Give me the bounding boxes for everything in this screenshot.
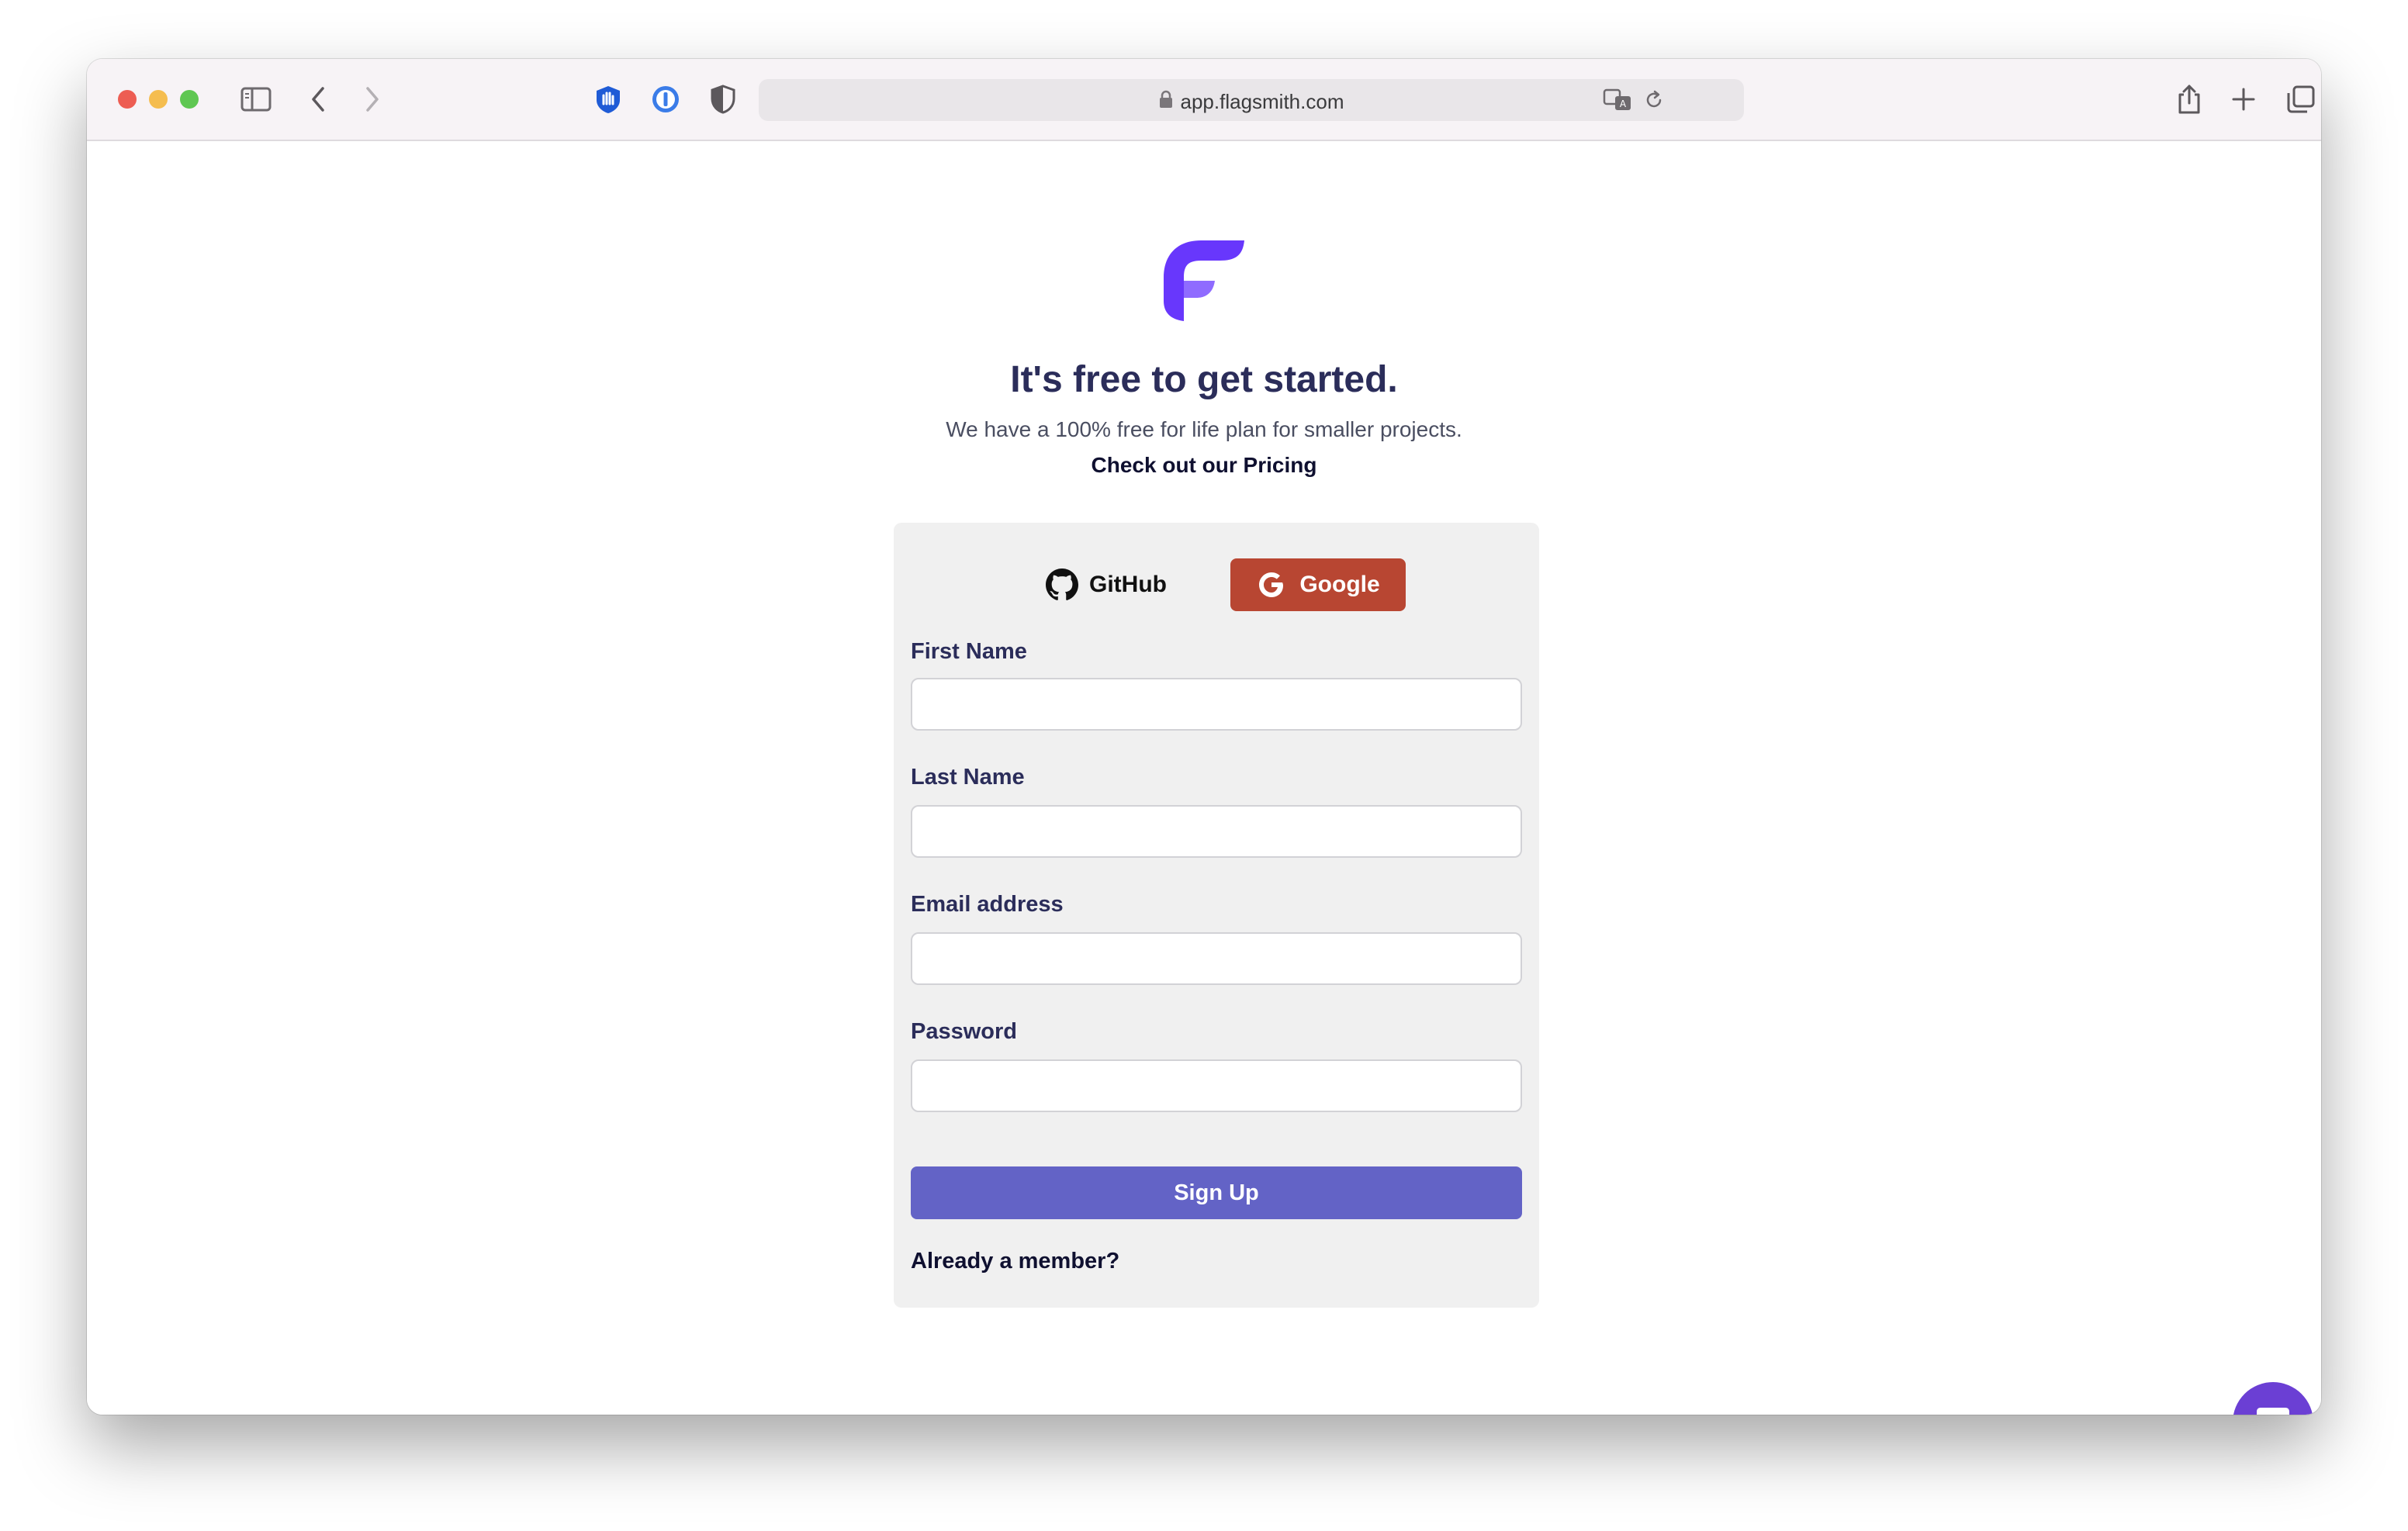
flagsmith-logo-icon[interactable] (1161, 237, 1247, 324)
translate-icon[interactable]: A (1603, 88, 1632, 116)
close-window-button[interactable] (118, 90, 137, 109)
google-icon (1256, 569, 1287, 600)
browser-toolbar: app.flagsmith.com A (87, 59, 2321, 141)
email-label: Email address (911, 892, 1064, 917)
first-name-input[interactable] (911, 678, 1522, 731)
signup-card: GitHub Google First Name Last Name Email… (894, 523, 1539, 1308)
page-content: It's free to get started. We have a 100%… (87, 141, 2321, 1415)
github-icon (1046, 569, 1078, 601)
last-name-input[interactable] (911, 805, 1522, 858)
sign-up-button[interactable]: Sign Up (911, 1166, 1522, 1219)
email-input[interactable] (911, 932, 1522, 985)
lock-icon (1159, 81, 1173, 123)
first-name-label: First Name (911, 639, 1027, 664)
back-icon[interactable] (296, 78, 340, 121)
chat-widget-button[interactable] (2233, 1382, 2313, 1415)
page-title: It's free to get started. (1010, 359, 1398, 400)
already-member-link[interactable]: Already a member? (911, 1249, 1119, 1274)
onepassword-icon[interactable] (644, 78, 687, 121)
password-input[interactable] (911, 1059, 1522, 1112)
google-signin-button[interactable]: Google (1230, 558, 1406, 611)
password-label: Password (911, 1019, 1017, 1044)
share-icon[interactable] (2168, 78, 2211, 121)
forward-icon[interactable] (351, 78, 394, 121)
last-name-label: Last Name (911, 765, 1025, 790)
github-signin-button[interactable]: GitHub (1046, 558, 1193, 611)
sidebar-icon[interactable] (234, 78, 278, 121)
github-label: GitHub (1089, 572, 1167, 597)
chat-icon (2252, 1404, 2294, 1415)
ublock-icon[interactable] (586, 78, 630, 121)
reload-icon[interactable] (1643, 89, 1665, 115)
page-subtitle: We have a 100% free for life plan for sm… (946, 417, 1462, 441)
browser-window: app.flagsmith.com A It's free to get sta… (87, 59, 2321, 1415)
shield-icon[interactable] (701, 78, 745, 121)
url-text: app.flagsmith.com (1180, 90, 1344, 114)
new-tab-icon[interactable] (2222, 78, 2265, 121)
svg-text:A: A (1620, 98, 1627, 109)
maximize-window-button[interactable] (180, 90, 199, 109)
pricing-link[interactable]: Check out our Pricing (87, 453, 2321, 478)
minimize-window-button[interactable] (149, 90, 168, 109)
google-label: Google (1299, 572, 1380, 597)
tabs-overview-icon[interactable] (2279, 78, 2321, 121)
address-bar[interactable]: app.flagsmith.com A (759, 79, 1744, 121)
